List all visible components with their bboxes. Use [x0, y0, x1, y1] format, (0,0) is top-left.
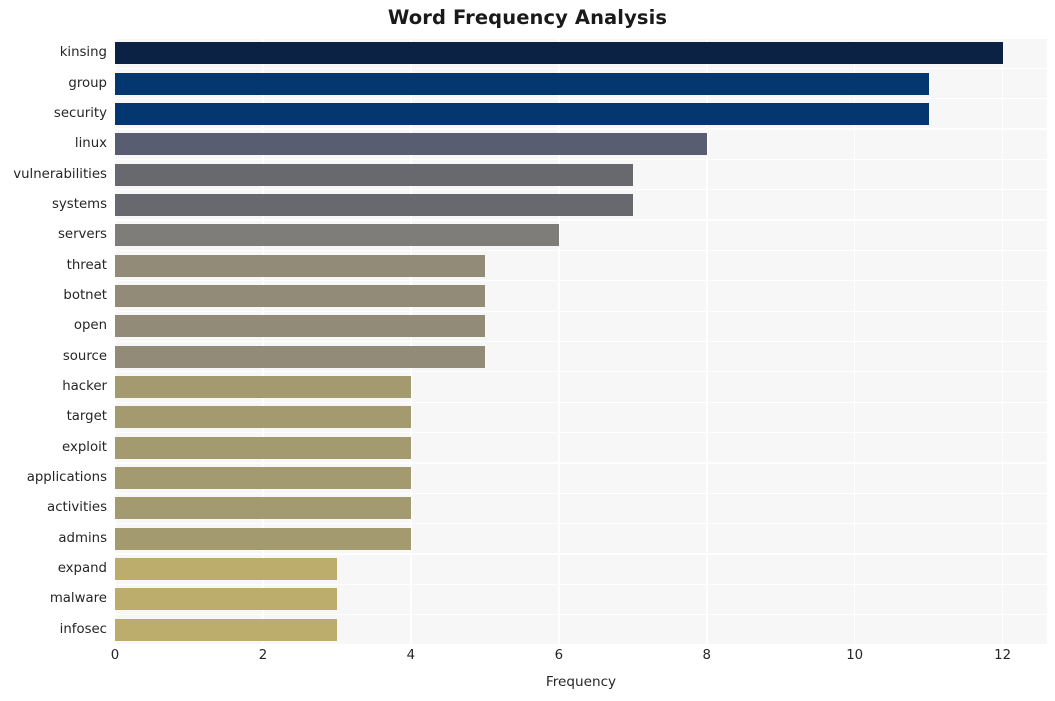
x-axis-tick-label: 2 [258, 648, 268, 663]
y-axis-tick-label: systems [52, 196, 107, 212]
y-axis-tick-label: vulnerabilities [13, 166, 107, 182]
y-axis-tick-label: source [62, 348, 107, 364]
bar[interactable] [115, 315, 485, 338]
gridline-horizontal [115, 280, 1047, 282]
gridline-horizontal [115, 310, 1047, 312]
gridline-horizontal [115, 219, 1047, 221]
gridline-horizontal [115, 189, 1047, 191]
bar[interactable] [115, 254, 485, 277]
gridline-horizontal [115, 340, 1047, 343]
bar[interactable] [115, 558, 337, 581]
y-axis-tick-label: servers [57, 227, 107, 243]
gridline-horizontal [115, 553, 1047, 555]
y-axis-tick-label: malware [49, 591, 107, 607]
x-axis-tick-label: 4 [406, 648, 416, 663]
y-axis-tick-label: linux [74, 136, 107, 152]
gridline-horizontal [115, 128, 1047, 130]
bar[interactable] [115, 527, 411, 550]
bar[interactable] [115, 376, 411, 399]
gridline-horizontal [115, 522, 1047, 525]
gridline-horizontal [115, 371, 1047, 373]
bar[interactable] [115, 102, 929, 125]
bar[interactable] [115, 618, 337, 641]
y-axis-tick-label: activities [47, 500, 107, 516]
bar[interactable] [115, 345, 485, 368]
bar[interactable] [115, 284, 485, 307]
y-axis-tick-label: kinsing [59, 45, 107, 61]
y-axis-tick-label: admins [58, 530, 107, 546]
bar[interactable] [115, 436, 411, 459]
gridline-horizontal [115, 492, 1047, 494]
y-axis-tick-label: group [68, 75, 107, 91]
bar[interactable] [115, 467, 411, 490]
x-axis-tick-label: 6 [554, 648, 564, 663]
bar[interactable] [115, 224, 559, 247]
y-axis-tick-label: target [66, 409, 107, 425]
bar[interactable] [115, 497, 411, 520]
x-axis-tick-label: 0 [110, 648, 120, 663]
bar[interactable] [115, 42, 1003, 65]
y-axis-tick-label: applications [26, 470, 107, 486]
plot-area [115, 38, 1047, 645]
bar[interactable] [115, 163, 633, 186]
gridline-horizontal [115, 614, 1047, 616]
gridline-horizontal [115, 67, 1047, 69]
gridline-horizontal [115, 401, 1047, 403]
bar[interactable] [115, 193, 633, 216]
bar[interactable] [115, 133, 707, 156]
gridline-horizontal [115, 431, 1047, 434]
chart-title: Word Frequency Analysis [387, 6, 668, 29]
y-axis-tick-label: exploit [62, 439, 107, 455]
gridline-horizontal [115, 158, 1047, 161]
x-axis-label: Frequency [545, 674, 617, 690]
gridline-horizontal [115, 249, 1047, 252]
y-axis-tick-labels: kinsing group security linux vulnerabilities… [0, 38, 107, 645]
y-axis-tick-label: botnet [63, 287, 107, 303]
gridline-horizontal [115, 462, 1047, 464]
gridline-horizontal [115, 644, 1047, 645]
word-frequency-chart-figure: Word Frequency Analysis kinsing group secu… [0, 0, 1055, 701]
y-axis-tick-label: security [53, 105, 107, 121]
gridline-horizontal [115, 98, 1047, 100]
x-axis-tick-label: 10 [846, 648, 864, 663]
x-axis-tick-labels: 0 2 4 6 8 10 12 [111, 648, 1047, 668]
bar[interactable] [115, 406, 411, 429]
gridline-horizontal [115, 583, 1047, 585]
y-axis-tick-label: open [73, 318, 107, 334]
bar[interactable] [115, 588, 337, 611]
x-axis-tick-label: 12 [994, 648, 1012, 663]
gridline-horizontal [115, 38, 1047, 39]
y-axis-tick-label: threat [66, 257, 107, 273]
y-axis-tick-label: infosec [59, 621, 107, 637]
y-axis-tick-label: expand [57, 561, 107, 577]
y-axis-tick-label: hacker [62, 379, 107, 395]
x-axis-tick-label: 8 [702, 648, 711, 663]
bar[interactable] [115, 72, 929, 95]
